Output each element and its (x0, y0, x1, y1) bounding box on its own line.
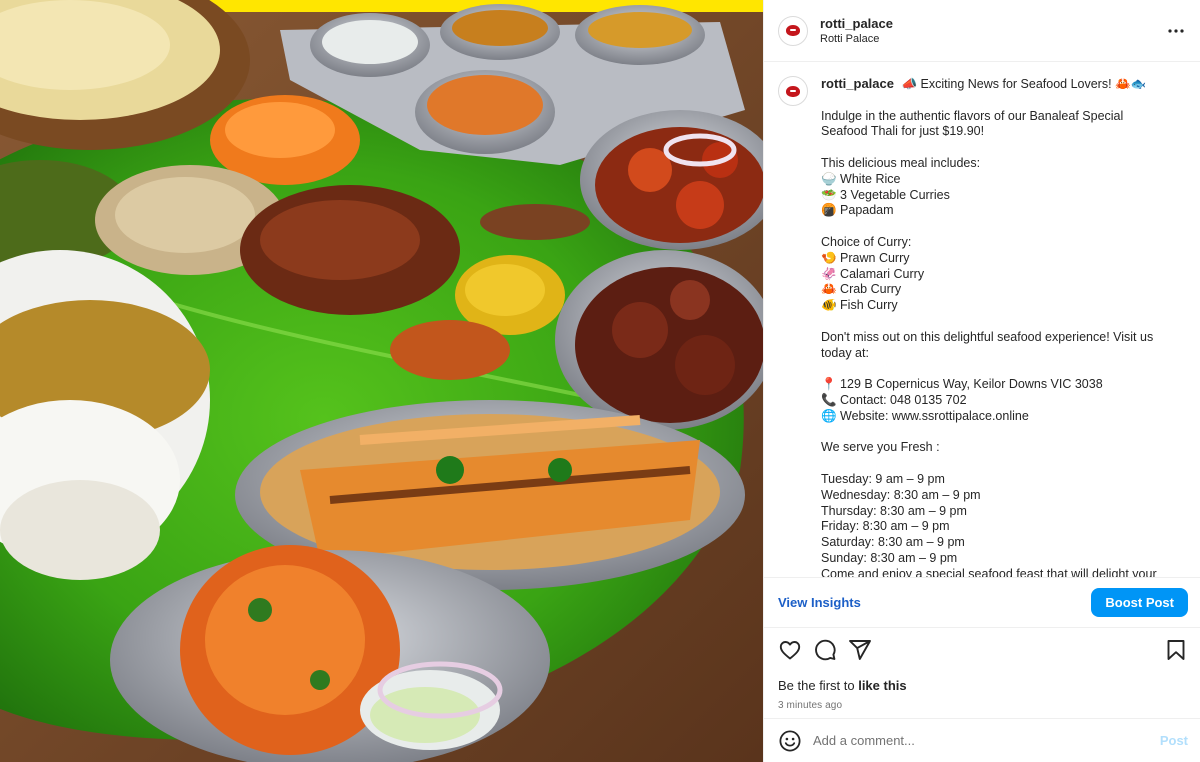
caption-lines: Indulge in the authentic flavors of our … (821, 93, 1181, 577)
caption-line: Friday: 8:30 am – 9 pm (821, 519, 950, 534)
caption-line: Choice of Curry: (821, 234, 912, 249)
caption-line: Thursday: 8:30 am – 9 pm (821, 503, 967, 518)
caption-first-line: rotti_palace 📣 Exciting News for Seafood… (821, 76, 1181, 93)
brand-logo-icon (786, 85, 800, 97)
caption-avatar[interactable] (778, 76, 808, 106)
caption-line: 🍘 Papadam (821, 203, 894, 218)
caption-line: Wednesday: 8:30 am – 9 pm (821, 487, 981, 502)
caption-username[interactable]: rotti_palace (821, 76, 894, 91)
caption-line: Don't miss out on this delightful seafoo… (821, 329, 1154, 344)
caption-line: This delicious meal includes: (821, 155, 981, 170)
caption-line: today at: (821, 345, 869, 360)
caption-text: rotti_palace 📣 Exciting News for Seafood… (821, 76, 1181, 577)
caption-line: 🍤 Prawn Curry (821, 250, 910, 265)
caption-headline: 📣 Exciting News for Seafood Lovers! 🦀🐟 (901, 77, 1147, 91)
caption-line: 🥗 3 Vegetable Curries (821, 187, 950, 202)
heart-icon[interactable] (778, 638, 802, 662)
caption-line: Seafood Thali for just $19.90! (821, 124, 985, 139)
caption-line: 🐠 Fish Curry (821, 298, 898, 313)
caption-line: We serve you Fresh : (821, 440, 940, 455)
post-dialog: rotti_palace Rotti Palace rotti_palace 📣… (0, 0, 1200, 762)
caption-line: Indulge in the authentic flavors of our … (821, 108, 1124, 123)
header-username[interactable]: rotti_palace (820, 16, 893, 31)
post-details-panel: rotti_palace Rotti Palace rotti_palace 📣… (763, 0, 1200, 762)
caption-area: rotti_palace 📣 Exciting News for Seafood… (764, 62, 1200, 577)
caption-line: 🍚 White Rice (821, 171, 901, 186)
comment-input[interactable] (813, 733, 1160, 748)
caption-line: 🌐 Website: www.ssrottipalace.online (821, 408, 1029, 423)
caption-line: Come and enjoy a special seafood feast t… (821, 566, 1157, 577)
action-icons (778, 638, 1188, 662)
header-names: rotti_palace Rotti Palace (820, 16, 893, 45)
likes-text: Be the first to like this (778, 678, 1188, 693)
comment-bar: Post (764, 718, 1200, 762)
caption-line: 🦑 Calamari Curry (821, 266, 925, 281)
post-header: rotti_palace Rotti Palace (764, 0, 1200, 62)
post-photo[interactable] (0, 0, 763, 762)
caption-line: Tuesday: 9 am – 9 pm (821, 471, 945, 486)
share-icon[interactable] (848, 638, 872, 662)
caption-line: 📍 129 B Copernicus Way, Keilor Downs VIC… (821, 377, 1103, 392)
likes-prefix: Be the first to (778, 678, 859, 693)
emoji-icon[interactable] (778, 729, 802, 753)
post-timestamp[interactable]: 3 minutes ago (778, 700, 1188, 711)
food-photo-illustration (0, 0, 763, 762)
caption-line: 🦀 Crab Curry (821, 282, 902, 297)
header-subtitle[interactable]: Rotti Palace (820, 33, 893, 45)
brand-logo-icon (786, 25, 800, 36)
like-this-link[interactable]: like this (858, 678, 906, 693)
view-insights-link[interactable]: View Insights (778, 595, 861, 610)
boost-post-button[interactable]: Boost Post (1091, 588, 1188, 617)
bookmark-icon[interactable] (1164, 638, 1188, 662)
caption-line: Sunday: 8:30 am – 9 pm (821, 550, 958, 565)
post-comment-button[interactable]: Post (1160, 733, 1188, 748)
profile-avatar[interactable] (778, 15, 808, 46)
insights-bar: View Insights Boost Post (764, 577, 1200, 627)
comment-icon[interactable] (813, 638, 837, 662)
post-actions: Be the first to like this 3 minutes ago (764, 627, 1200, 718)
caption-line: 📞 Contact: 048 0135 702 (821, 392, 967, 407)
caption-line: Saturday: 8:30 am – 9 pm (821, 535, 965, 550)
more-options-icon[interactable] (1164, 19, 1188, 43)
